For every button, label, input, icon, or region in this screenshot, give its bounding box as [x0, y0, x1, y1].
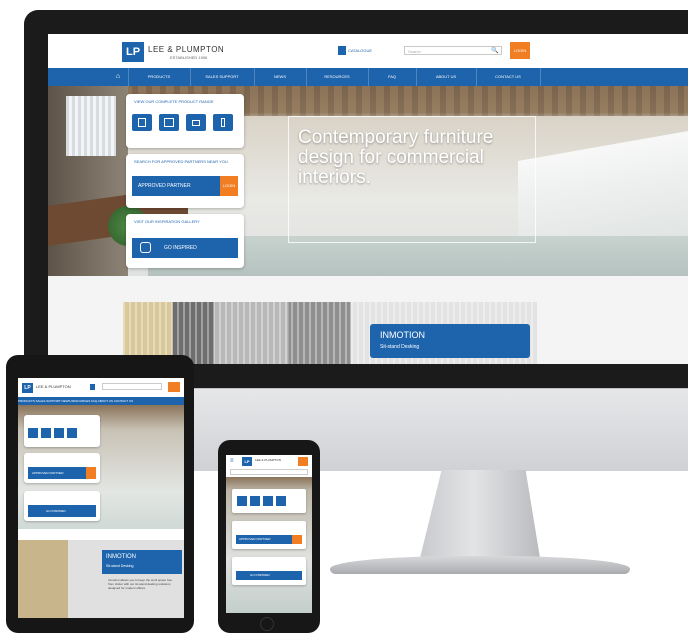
hero-tagline: Contemporary furniture design for commer…: [298, 127, 494, 188]
hero-window: [66, 96, 116, 156]
phone-product-range-card: [232, 489, 306, 513]
tablet-logo-mark[interactable]: LP: [22, 383, 33, 393]
desktop-website: LP LEE & PLUMPTON ESTABLISHED 1906 CATAL…: [48, 34, 688, 364]
tablet-brand-name[interactable]: LEE & PLUMPTON: [36, 384, 71, 389]
phone-sofa-icon[interactable]: [263, 496, 273, 506]
phone-inspiration-card: GO INSPIRED: [232, 557, 306, 585]
logo-mark[interactable]: LP: [122, 42, 144, 62]
brand-subtitle: ESTABLISHED 1906: [170, 55, 208, 60]
tablet-approved-partner-button[interactable]: APPROVED PARTNER: [28, 467, 86, 479]
search-icon[interactable]: 🔍: [491, 47, 498, 54]
partner-login-button[interactable]: LOGIN: [220, 176, 238, 196]
phone-approved-partner-card: APPROVED PARTNER: [232, 521, 306, 549]
tablet-login-button[interactable]: [168, 382, 180, 392]
inspiration-title: VISIT OUR INSPIRATION GALLERY: [134, 219, 200, 224]
tablet-go-inspired-button[interactable]: GO INSPIRED: [28, 505, 96, 517]
phone-hero-image: APPROVED PARTNER GO INSPIRED: [226, 477, 312, 613]
nav-item-sales-support[interactable]: SALES SUPPORT: [190, 68, 255, 86]
phone-partner-login-button[interactable]: [292, 535, 302, 544]
tablet-inspiration-card: GO INSPIRED: [24, 491, 100, 521]
tablet-feature-subtitle: Sit-stand Desking: [106, 564, 134, 568]
desk-icon[interactable]: [132, 114, 152, 131]
phone-search-input[interactable]: [230, 469, 308, 475]
tablet-hero-image: APPROVED PARTNER GO INSPIRED: [18, 405, 184, 529]
tablet-nav[interactable]: PRODUCTS SALES SUPPORT NEWS RESOURCES FA…: [18, 397, 184, 405]
tablet-catalogue-icon[interactable]: [90, 384, 95, 390]
tablet-sofa-icon[interactable]: [54, 428, 64, 438]
nav-item-faq[interactable]: FAQ: [368, 68, 417, 86]
home-icon[interactable]: ⌂: [108, 68, 129, 86]
product-range-card: VIEW OUR COMPLETE PRODUCT RANGE: [126, 94, 244, 148]
monitor-stand: [420, 470, 540, 558]
lamp-icon[interactable]: [213, 114, 233, 131]
approved-partner-card: SEARCH FOR APPROVED PARTNERS NEAR YOU AP…: [126, 154, 244, 208]
phone-website: ≡ LP LEE & PLUMPTON APPROVED PARTNER GO …: [226, 455, 312, 613]
catalogue-icon[interactable]: [338, 46, 346, 55]
phone-desk-icon[interactable]: [237, 496, 247, 506]
tablet-feature-text: Inmotion allows you to keep the work spa…: [108, 578, 173, 590]
sofa-icon[interactable]: [186, 114, 206, 131]
monitor-base: [330, 556, 630, 574]
hero-image: Contemporary furniture design for commer…: [48, 86, 688, 276]
main-nav: ⌂ PRODUCTS SALES SUPPORT NEWS RESOURCES …: [48, 68, 688, 86]
tablet-feature-title: INMOTION: [106, 554, 136, 560]
phone-logo-mark[interactable]: LP: [242, 457, 252, 466]
nav-item-news[interactable]: NEWS: [254, 68, 307, 86]
nav-item-about-us[interactable]: ABOUT US: [416, 68, 477, 86]
catalogue-link[interactable]: CATALOGUE: [348, 48, 372, 53]
phone-login-button[interactable]: [298, 457, 308, 466]
phone-screen-icon[interactable]: [250, 496, 260, 506]
login-button[interactable]: LOGIN: [510, 42, 530, 59]
phone-approved-partner-button[interactable]: APPROVED PARTNER: [236, 535, 292, 544]
brand-name[interactable]: LEE & PLUMPTON: [148, 45, 224, 54]
hamburger-menu-icon[interactable]: ≡: [230, 458, 234, 464]
phone-lamp-icon[interactable]: [276, 496, 286, 506]
tablet-screen-icon[interactable]: [41, 428, 51, 438]
screen-icon[interactable]: [159, 114, 179, 131]
site-header: LP LEE & PLUMPTON ESTABLISHED 1906 CATAL…: [48, 34, 688, 68]
phone-home-button[interactable]: [260, 617, 274, 631]
instagram-icon[interactable]: [140, 242, 151, 253]
nav-item-resources[interactable]: RESOURCES: [306, 68, 369, 86]
search-input[interactable]: Search: [404, 46, 502, 55]
tablet-search-input[interactable]: [102, 383, 162, 390]
tablet-partner-login-button[interactable]: [86, 467, 96, 479]
product-range-title: VIEW OUR COMPLETE PRODUCT RANGE: [134, 99, 214, 104]
inspiration-card: VISIT OUR INSPIRATION GALLERY GO INSPIRE…: [126, 214, 244, 268]
tablet-product-range-card: [24, 415, 100, 447]
phone-brand-name[interactable]: LEE & PLUMPTON: [255, 458, 281, 462]
nav-item-contact-us[interactable]: CONTACT US: [476, 68, 541, 86]
tablet-desk-icon[interactable]: [28, 428, 38, 438]
feature-title: INMOTION: [380, 330, 425, 340]
tablet-lamp-icon[interactable]: [67, 428, 77, 438]
phone-go-inspired-button[interactable]: GO INSPIRED: [236, 571, 302, 580]
approved-partner-title: SEARCH FOR APPROVED PARTNERS NEAR YOU: [134, 159, 228, 164]
feature-subtitle: Sit-stand Desking: [380, 344, 420, 350]
nav-item-products[interactable]: PRODUCTS: [128, 68, 191, 86]
approved-partner-button[interactable]: APPROVED PARTNER: [132, 176, 220, 196]
tablet-approved-partner-card: APPROVED PARTNER: [24, 453, 100, 483]
tablet-website: LP LEE & PLUMPTON PRODUCTS SALES SUPPORT…: [18, 378, 184, 618]
